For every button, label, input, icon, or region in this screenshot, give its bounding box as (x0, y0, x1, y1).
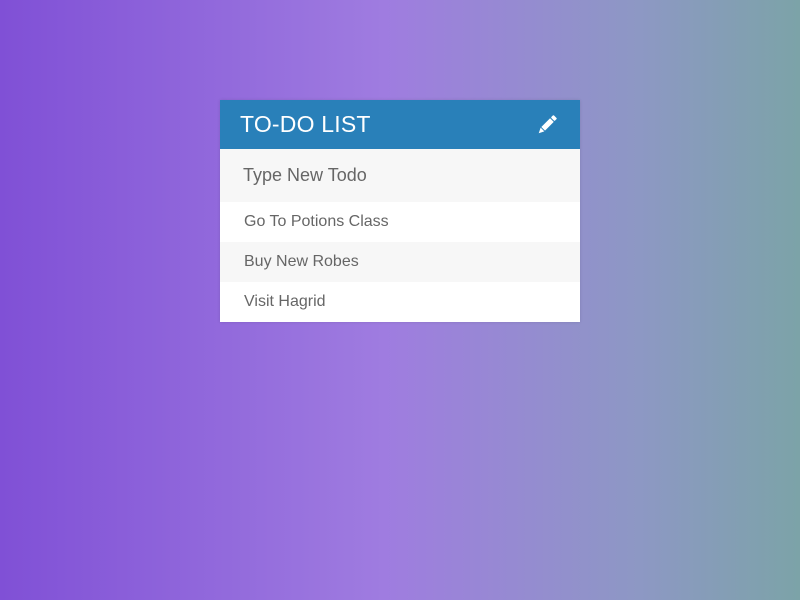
pencil-icon-graphic (538, 114, 557, 133)
new-todo-input[interactable] (220, 149, 580, 202)
todo-item-new-robes[interactable]: Buy New Robes (220, 242, 580, 282)
todo-title: TO-DO LIST (240, 111, 371, 137)
todo-list: Go To Potions Class Buy New Robes Visit … (220, 202, 580, 322)
pencil-icon[interactable] (532, 110, 562, 140)
todo-item-potions-class[interactable]: Go To Potions Class (220, 202, 580, 242)
todo-item-visit-hagrid[interactable]: Visit Hagrid (220, 282, 580, 322)
todo-header: TO-DO LIST (220, 100, 580, 149)
todo-card: TO-DO LIST Go To Potions Class Buy New R… (220, 100, 580, 322)
